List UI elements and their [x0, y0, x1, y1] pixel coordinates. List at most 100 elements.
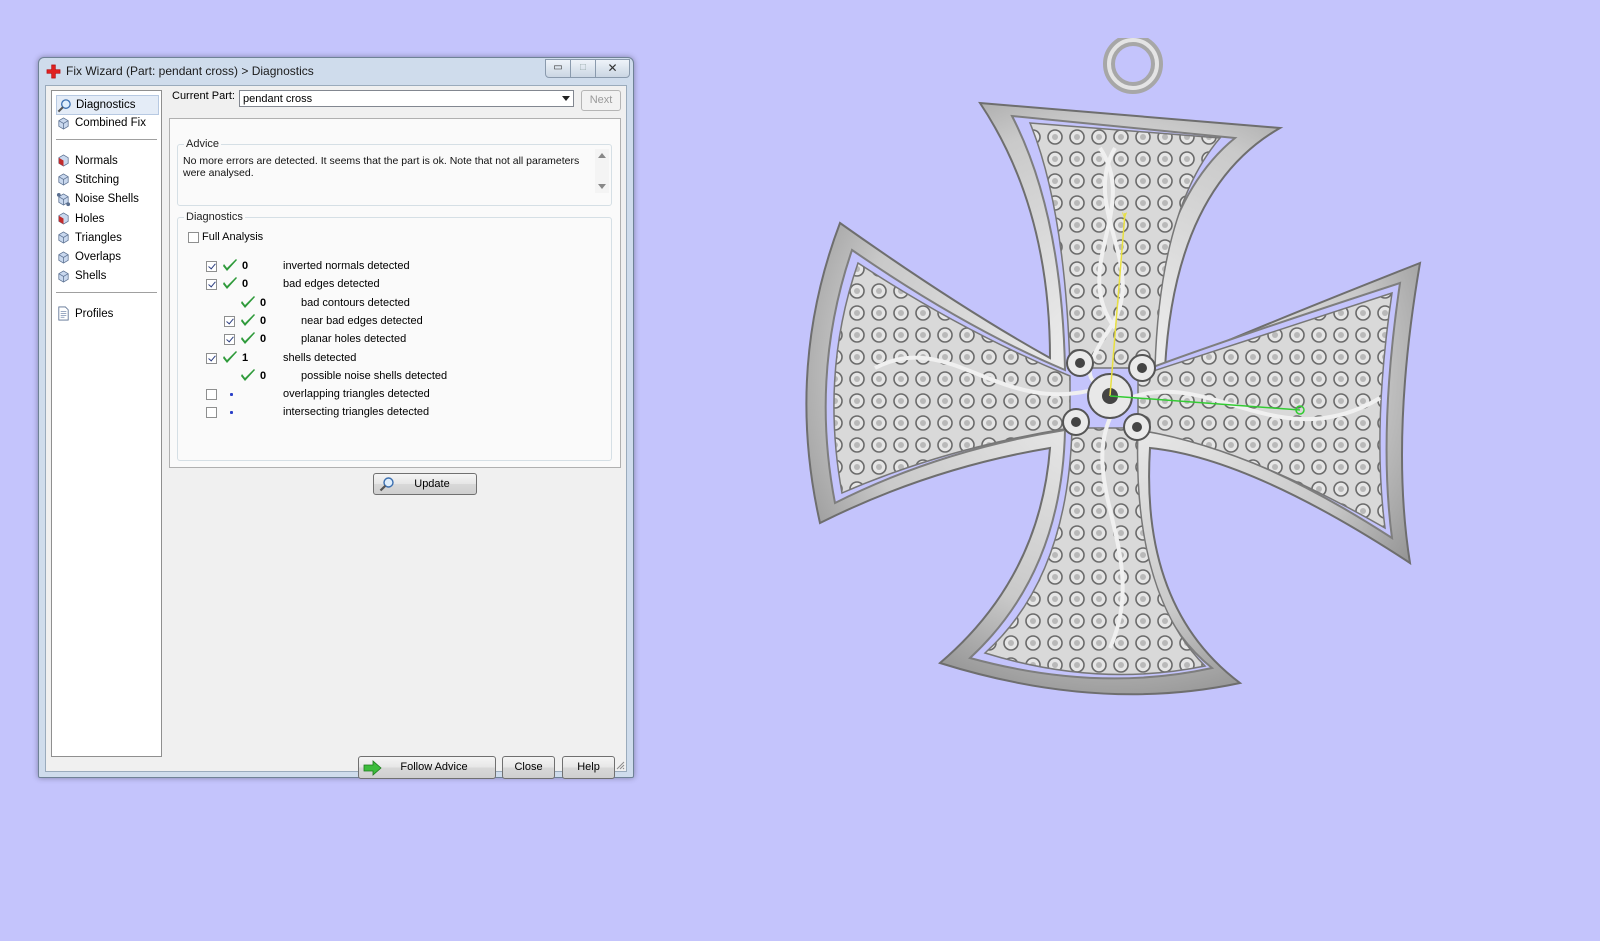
- nav-item-diagnostics[interactable]: Diagnostics: [56, 95, 159, 115]
- update-label: Update: [414, 478, 450, 490]
- nav-item-label: Triangles: [75, 231, 122, 244]
- full-analysis-label: Full Analysis: [202, 231, 264, 243]
- status-dot-icon: [230, 411, 233, 415]
- diagnostic-checkbox[interactable]: [224, 334, 235, 346]
- noise-shells-icon: [56, 192, 71, 206]
- diagnostic-count: 0: [242, 260, 249, 272]
- diagnostic-label: overlapping triangles detected: [283, 388, 430, 401]
- full-analysis-checkbox[interactable]: [188, 232, 199, 243]
- wizard-nav-list: Diagnostics Combined Fix Normals Stitching N…: [51, 90, 162, 757]
- triangles-cube-icon: [58, 231, 69, 244]
- update-button[interactable]: Update: [373, 473, 477, 495]
- overlaps-cube-icon: [58, 251, 69, 264]
- diagnostic-count: 0: [260, 314, 267, 327]
- pendant-cross-model[interactable]: y: [780, 38, 1460, 718]
- diagnostic-count: 1: [242, 351, 249, 364]
- diagnostic-count: 0: [242, 278, 249, 291]
- shells-cube-icon: [58, 270, 69, 283]
- nav-item-triangles[interactable]: Triangles: [56, 229, 157, 247]
- maximize-button[interactable]: □: [570, 59, 596, 78]
- green-check-icon: [223, 277, 237, 290]
- nav-item-profiles[interactable]: Profiles: [56, 305, 157, 323]
- nav-item-stitching[interactable]: Stitching: [56, 171, 157, 189]
- advice-group: Advice No more errors are detected. It s…: [177, 138, 612, 206]
- diagnostic-count: 0: [260, 369, 267, 382]
- diagnostics-legend: Diagnostics: [184, 211, 245, 223]
- nav-item-normals[interactable]: Normals: [56, 152, 157, 170]
- magnifier-icon: [379, 477, 394, 492]
- diagnostic-label: near bad edges detected: [301, 314, 423, 327]
- y-axis-label: y: [1122, 210, 1127, 221]
- advice-text: No more errors are detected. It seems th…: [183, 155, 580, 179]
- green-check-icon: [241, 313, 255, 326]
- close-window-button[interactable]: ✕: [595, 59, 630, 78]
- nav-separator: [56, 291, 157, 293]
- document-icon: [58, 306, 69, 321]
- follow-advice-button[interactable]: Follow Advice: [358, 756, 496, 779]
- diagnostic-label: inverted normals detected: [283, 260, 410, 272]
- green-check-icon: [241, 295, 255, 308]
- nav-item-label: Diagnostics: [76, 99, 136, 111]
- diagnostic-label: bad edges detected: [283, 278, 380, 291]
- current-part-label: Current Part:: [172, 90, 235, 102]
- diagnostic-checkbox[interactable]: [206, 352, 217, 364]
- holes-cube-icon: [58, 212, 69, 225]
- diagnostics-panel: Advice No more errors are detected. It s…: [169, 118, 621, 468]
- nav-item-label: Overlaps: [75, 251, 122, 264]
- green-arrow-icon: [363, 760, 382, 776]
- nav-item-label: Stitching: [75, 173, 120, 186]
- nav-item-shells[interactable]: Shells: [56, 267, 157, 285]
- dialog-client: Diagnostics Combined Fix Normals Stitching N…: [45, 85, 627, 779]
- stitching-cube-icon: [58, 173, 69, 186]
- advice-legend: Advice: [184, 138, 222, 150]
- bottom-arm-filigree: [983, 427, 1207, 676]
- app-logo-icon: [46, 64, 61, 79]
- green-check-icon: [223, 350, 237, 363]
- nav-separator: [56, 138, 157, 140]
- status-dot-icon: [230, 393, 233, 397]
- cube-icon: [58, 117, 69, 130]
- close-button[interactable]: Close: [502, 756, 555, 779]
- nav-item-label: Normals: [75, 154, 118, 167]
- normals-cube-icon: [58, 154, 69, 167]
- nav-item-label: Shells: [75, 270, 107, 283]
- next-button[interactable]: Next: [581, 90, 621, 111]
- nav-item-label: Noise Shells: [75, 193, 139, 206]
- chevron-down-icon: [562, 96, 570, 101]
- resize-grip-icon[interactable]: [615, 760, 625, 770]
- current-part-select[interactable]: pendant cross: [239, 90, 574, 107]
- window-title: Fix Wizard (Part: pendant cross) > Diagn…: [66, 64, 314, 78]
- diagnostic-label: shells detected: [283, 351, 357, 364]
- bail-ring-highlight: [1107, 38, 1159, 90]
- green-check-icon: [223, 259, 237, 271]
- green-check-icon: [241, 332, 255, 345]
- fix-wizard-window: Fix Wizard (Part: pendant cross) > Diagn…: [38, 57, 634, 779]
- diagnostic-checkbox[interactable]: [224, 315, 235, 327]
- nav-item-label: Holes: [75, 212, 105, 225]
- nav-item-noise-shells[interactable]: Noise Shells: [56, 190, 157, 208]
- minimize-button[interactable]: ▭: [545, 59, 571, 78]
- diagnostic-label: planar holes detected: [301, 333, 407, 346]
- diagnostic-count: 0: [260, 333, 267, 346]
- diagnostics-group: Diagnostics Full Analysis 0 inverted norm…: [177, 211, 612, 461]
- follow-advice-label: Follow Advice: [400, 761, 468, 773]
- nav-item-label: Combined Fix: [75, 117, 146, 130]
- title-bar[interactable]: Fix Wizard (Part: pendant cross) > Diagn…: [39, 58, 633, 85]
- magnifier-icon: [57, 98, 71, 112]
- help-button[interactable]: Help: [562, 756, 615, 779]
- nav-item-overlaps[interactable]: Overlaps: [56, 248, 157, 266]
- diagnostic-checkbox[interactable]: [206, 279, 217, 291]
- diagnostic-checkbox[interactable]: [206, 389, 217, 401]
- diagnostic-label: bad contours detected: [301, 296, 410, 309]
- diagnostic-label: possible noise shells detected: [301, 369, 448, 382]
- nav-item-combined-fix[interactable]: Combined Fix: [56, 114, 157, 132]
- scroll-up-icon[interactable]: [598, 153, 606, 158]
- nav-item-holes[interactable]: Holes: [56, 210, 157, 228]
- diagnostic-checkbox[interactable]: [206, 261, 217, 272]
- nav-item-label: Profiles: [75, 307, 114, 320]
- current-part-value: pendant cross: [243, 93, 313, 105]
- diagnostic-label: intersecting triangles detected: [283, 406, 430, 419]
- advice-scrollbar[interactable]: [595, 149, 609, 193]
- scroll-down-icon[interactable]: [598, 184, 606, 189]
- diagnostic-checkbox[interactable]: [206, 407, 217, 419]
